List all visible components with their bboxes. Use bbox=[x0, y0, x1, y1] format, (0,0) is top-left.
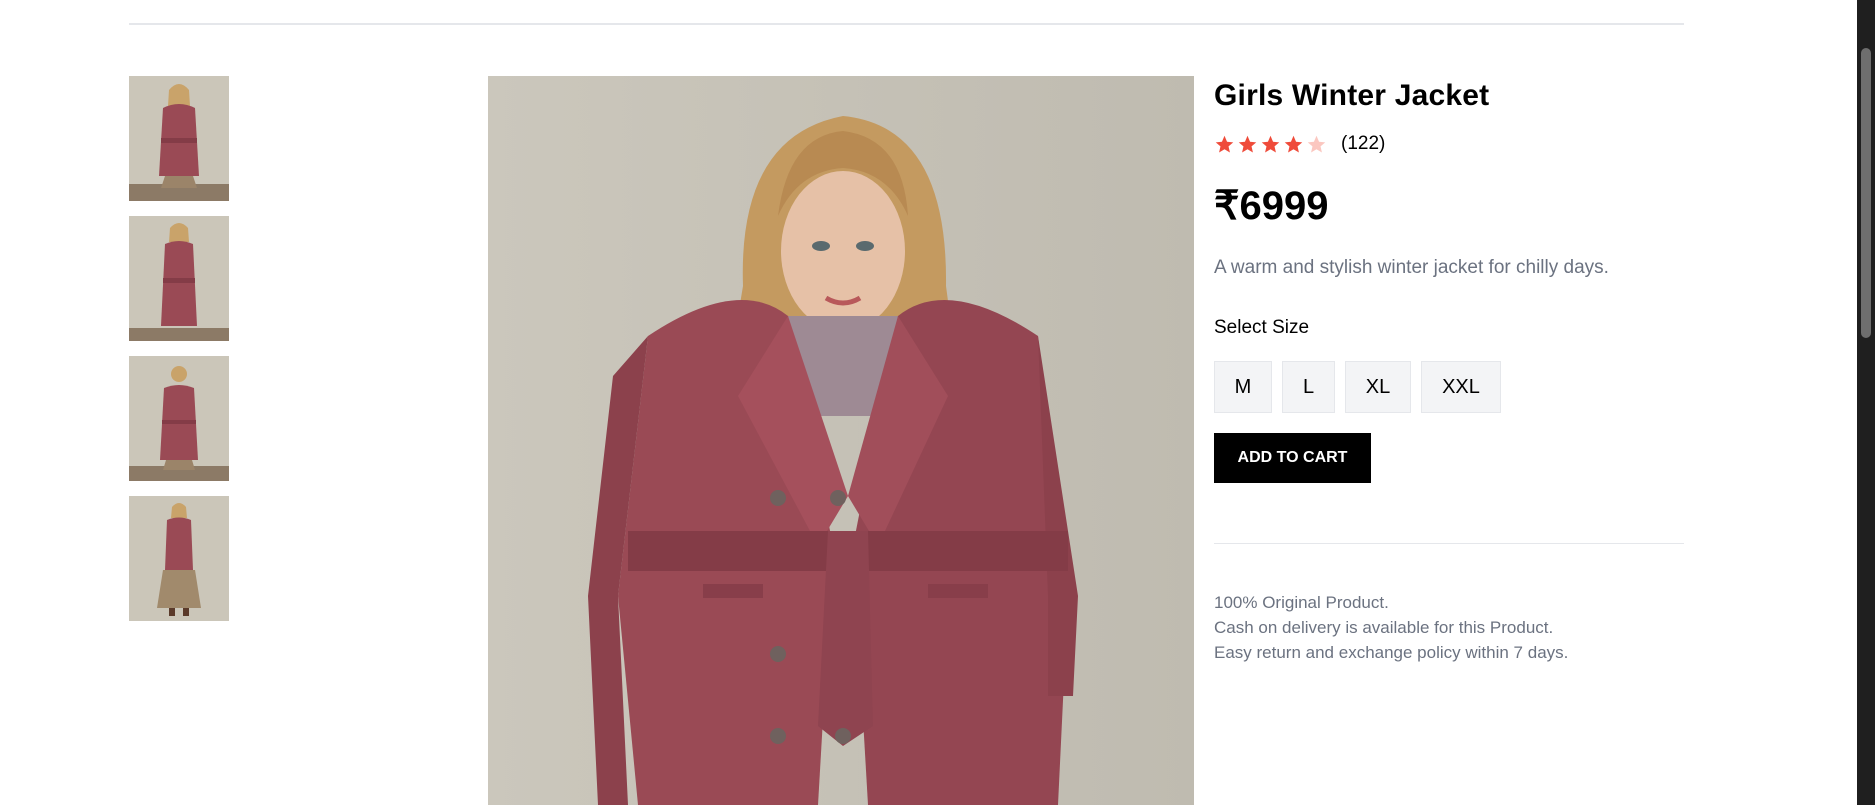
star-rating bbox=[1214, 134, 1327, 155]
star-filled-icon bbox=[1238, 135, 1257, 153]
info-divider bbox=[1214, 543, 1684, 544]
size-label: Select Size bbox=[1214, 317, 1310, 338]
thumbnail-front-view[interactable] bbox=[129, 76, 229, 201]
thumbnail-side-view[interactable] bbox=[129, 216, 229, 341]
product-price: ₹6999 bbox=[1214, 184, 1329, 228]
size-options: M L XL XXL bbox=[1214, 361, 1684, 413]
review-count: (122) bbox=[1341, 133, 1386, 154]
add-to-cart-button[interactable]: ADD TO CART bbox=[1214, 433, 1371, 483]
star-filled-icon bbox=[1215, 135, 1234, 153]
star-filled-icon bbox=[1284, 135, 1303, 153]
product-rating: (122) bbox=[1214, 131, 1684, 157]
product-policy-notes: 100% Original Product. Cash on delivery … bbox=[1214, 590, 1684, 665]
size-option-xl[interactable]: XL bbox=[1345, 361, 1411, 413]
product-title: Girls Winter Jacket bbox=[1214, 79, 1490, 112]
thumbnail-gallery bbox=[129, 76, 229, 636]
header-divider bbox=[129, 23, 1684, 25]
star-empty-icon bbox=[1307, 135, 1326, 153]
thumbnail-full-length-view[interactable] bbox=[129, 496, 229, 621]
product-description: A warm and stylish winter jacket for chi… bbox=[1214, 257, 1609, 278]
product-info-panel: Girls Winter Jacket (122) ₹6999 A warm a… bbox=[1214, 76, 1684, 665]
note-return-policy: Easy return and exchange policy within 7… bbox=[1214, 643, 1569, 662]
thumbnail-back-view[interactable] bbox=[129, 356, 229, 481]
note-cod: Cash on delivery is available for this P… bbox=[1214, 618, 1554, 637]
note-original: 100% Original Product. bbox=[1214, 593, 1389, 612]
size-option-xxl[interactable]: XXL bbox=[1421, 361, 1501, 413]
scrollbar-thumb[interactable] bbox=[1861, 48, 1871, 338]
star-filled-icon bbox=[1261, 135, 1280, 153]
main-product-image bbox=[488, 76, 1194, 805]
size-option-m[interactable]: M bbox=[1214, 361, 1272, 413]
size-option-l[interactable]: L bbox=[1282, 361, 1335, 413]
